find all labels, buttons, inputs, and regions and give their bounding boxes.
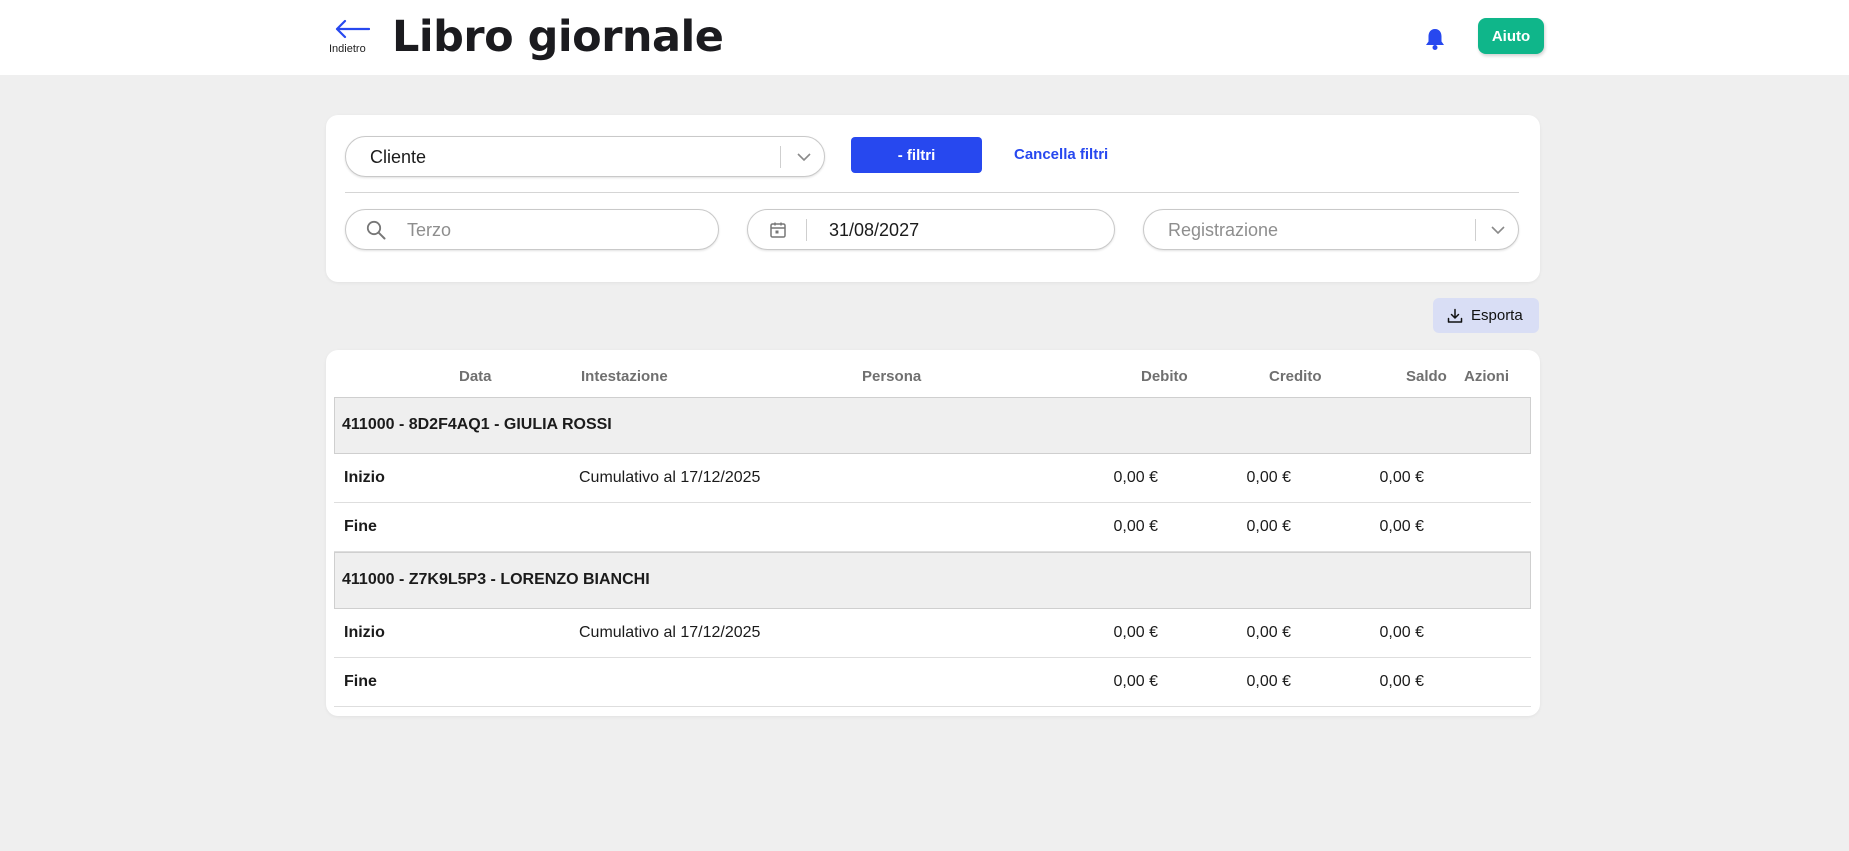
page-title: Libro giornale bbox=[392, 12, 724, 62]
toggle-filters-button[interactable]: - filtri bbox=[851, 137, 982, 173]
row-label: Fine bbox=[344, 673, 377, 690]
registration-select-placeholder: Registrazione bbox=[1168, 220, 1279, 240]
row-debito: 0,00 € bbox=[1113, 624, 1158, 641]
journal-table: Data Intestazione Persona Debito Credito… bbox=[326, 350, 1540, 716]
col-header-data: Data bbox=[459, 368, 492, 385]
col-header-saldo: Saldo bbox=[1406, 368, 1447, 385]
row-credito: 0,00 € bbox=[1246, 469, 1291, 486]
row-saldo: 0,00 € bbox=[1379, 469, 1424, 486]
table-row: Inizio Cumulativo al 17/12/2025 0,00 € 0… bbox=[334, 609, 1531, 658]
search-icon bbox=[366, 220, 386, 240]
account-group-row: 411000 - 8D2F4AQ1 - GIULIA ROSSI bbox=[334, 397, 1531, 454]
third-party-search-placeholder: Terzo bbox=[407, 220, 452, 240]
row-label: Inizio bbox=[344, 624, 385, 641]
row-saldo: 0,00 € bbox=[1379, 624, 1424, 641]
col-header-debito: Debito bbox=[1141, 368, 1188, 385]
table-row: Fine 0,00 € 0,00 € 0,00 € bbox=[334, 658, 1531, 707]
table-row: Inizio Cumulativo al 17/12/2025 0,00 € 0… bbox=[334, 454, 1531, 503]
row-intestazione: Cumulativo al 17/12/2025 bbox=[579, 469, 761, 486]
export-button[interactable]: Esporta bbox=[1433, 298, 1539, 333]
row-credito: 0,00 € bbox=[1246, 518, 1291, 535]
row-credito: 0,00 € bbox=[1246, 624, 1291, 641]
col-header-persona: Persona bbox=[862, 368, 922, 385]
back-label: Indietro bbox=[329, 43, 366, 55]
date-field[interactable]: 31/08/2027 bbox=[747, 209, 1115, 250]
export-button-label: Esporta bbox=[1471, 307, 1523, 324]
help-button[interactable]: Aiuto bbox=[1478, 18, 1544, 54]
filters-divider bbox=[345, 192, 1519, 193]
col-header-credito: Credito bbox=[1269, 368, 1322, 385]
date-field-value: 31/08/2027 bbox=[829, 220, 920, 240]
row-label: Fine bbox=[344, 518, 377, 535]
download-icon bbox=[1447, 308, 1463, 323]
chevron-down-icon bbox=[797, 153, 811, 162]
row-debito: 0,00 € bbox=[1113, 673, 1158, 690]
filters-panel: Cliente - filtri Cancella filtri Terzo 3… bbox=[326, 115, 1540, 282]
account-group-title: 411000 - Z7K9L5P3 - LORENZO BIANCHI bbox=[342, 571, 650, 588]
row-debito: 0,00 € bbox=[1113, 469, 1158, 486]
account-group-title: 411000 - 8D2F4AQ1 - GIULIA ROSSI bbox=[342, 416, 612, 433]
back-button[interactable]: Indietro bbox=[326, 14, 374, 58]
select-separator bbox=[780, 146, 781, 168]
date-separator bbox=[806, 219, 807, 241]
calendar-icon bbox=[770, 222, 786, 238]
row-saldo: 0,00 € bbox=[1379, 673, 1424, 690]
notifications-bell-icon[interactable] bbox=[1424, 27, 1446, 51]
chevron-down-icon bbox=[1491, 226, 1505, 235]
client-type-select-value: Cliente bbox=[370, 147, 427, 167]
select-separator bbox=[1475, 219, 1476, 241]
row-intestazione: Cumulativo al 17/12/2025 bbox=[579, 624, 761, 641]
col-header-intestazione: Intestazione bbox=[581, 368, 668, 385]
table-row: Fine 0,00 € 0,00 € 0,00 € bbox=[334, 503, 1531, 552]
arrow-left-icon bbox=[335, 19, 370, 39]
row-debito: 0,00 € bbox=[1113, 518, 1158, 535]
client-type-select[interactable]: Cliente bbox=[345, 136, 825, 177]
clear-filters-link[interactable]: Cancella filtri bbox=[1014, 146, 1108, 163]
top-bar: Indietro Libro giornale Aiuto bbox=[0, 0, 1849, 75]
row-label: Inizio bbox=[344, 469, 385, 486]
row-saldo: 0,00 € bbox=[1379, 518, 1424, 535]
registration-select[interactable]: Registrazione bbox=[1143, 209, 1519, 250]
third-party-search[interactable]: Terzo bbox=[345, 209, 719, 250]
row-credito: 0,00 € bbox=[1246, 673, 1291, 690]
col-header-azioni: Azioni bbox=[1464, 368, 1509, 385]
account-group-row: 411000 - Z7K9L5P3 - LORENZO BIANCHI bbox=[334, 552, 1531, 609]
